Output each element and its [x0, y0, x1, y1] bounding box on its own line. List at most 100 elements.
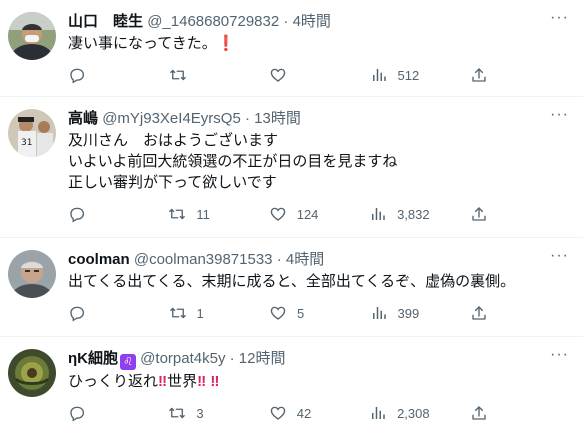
- like-count: 124: [296, 206, 319, 222]
- dot-separator: ·: [283, 13, 289, 30]
- tweet-text-part: ひっくり返れ: [68, 373, 159, 390]
- view-count: 3,832: [397, 206, 430, 222]
- share-icon: [470, 66, 488, 84]
- views-icon: [370, 66, 388, 84]
- more-icon[interactable]: ···: [550, 347, 569, 363]
- views-button[interactable]: 512: [370, 66, 430, 84]
- retweet-button[interactable]: 11: [168, 205, 228, 223]
- more-icon[interactable]: ···: [550, 107, 569, 123]
- double-exclamation-emoji: ‼: [158, 373, 168, 390]
- avatar[interactable]: 31: [8, 109, 56, 157]
- retweet-button[interactable]: 3: [168, 404, 228, 422]
- like-button[interactable]: 124: [269, 205, 329, 223]
- reply-icon: [68, 66, 86, 84]
- tweet[interactable]: 31 高嶋 @mYj93XeI4EyrsQ5 · 13時間 ··· 及川さん お…: [0, 97, 583, 238]
- retweet-icon: [168, 404, 186, 422]
- like-count: 42: [296, 405, 312, 421]
- dot-separator: ·: [276, 251, 282, 268]
- timestamp[interactable]: 13時間: [254, 110, 301, 127]
- user-handle[interactable]: @coolman39871533: [134, 251, 273, 268]
- heart-icon: [269, 304, 287, 322]
- svg-text:31: 31: [21, 138, 32, 148]
- views-button[interactable]: 3,832: [369, 205, 430, 223]
- tweet-text: 及川さん おはようございます いよいよ前回大統領選の不正が日の目を見ますね 正し…: [68, 132, 398, 191]
- tweet-header: 高嶋 @mYj93XeI4EyrsQ5 · 13時間: [68, 109, 569, 129]
- share-icon: [470, 205, 488, 223]
- action-bar: 11 124 3,832: [68, 197, 498, 231]
- more-icon[interactable]: ···: [550, 10, 569, 26]
- display-name[interactable]: 高嶋: [68, 110, 98, 127]
- double-exclamation-emoji: ‼: [210, 373, 220, 390]
- action-bar: 3 42 2,308: [68, 396, 498, 430]
- timestamp[interactable]: 4時間: [293, 13, 331, 30]
- reply-icon: [68, 404, 86, 422]
- retweet-button[interactable]: 1: [169, 304, 229, 322]
- leo-badge: ♌: [120, 354, 136, 370]
- tweet-header: ηK細胞 ♌ @torpat4k5y · 12時間: [68, 349, 569, 370]
- share-button[interactable]: [470, 304, 498, 322]
- display-name[interactable]: coolman: [68, 251, 130, 268]
- reply-button[interactable]: [68, 205, 128, 223]
- reply-feed: 山口 睦生 @_1468680729832 · 4時間 ··· 凄い事になってき…: [0, 0, 583, 441]
- user-handle[interactable]: @torpat4k5y: [140, 350, 225, 367]
- view-count: 512: [397, 67, 420, 83]
- more-icon[interactable]: ···: [550, 248, 569, 264]
- reply-button[interactable]: [68, 304, 128, 322]
- heart-icon: [269, 404, 287, 422]
- views-button[interactable]: 399: [370, 304, 430, 322]
- share-icon: [470, 304, 488, 322]
- dot-separator: ·: [244, 110, 250, 127]
- display-name[interactable]: ηK細胞: [68, 350, 118, 367]
- heart-icon: [269, 205, 287, 223]
- share-icon: [470, 404, 488, 422]
- reply-button[interactable]: [68, 66, 128, 84]
- share-button[interactable]: [470, 66, 498, 84]
- retweet-button[interactable]: [169, 66, 229, 84]
- avatar[interactable]: [8, 349, 56, 397]
- tweet[interactable]: coolman @coolman39871533 · 4時間 ··· 出てくる出…: [0, 238, 583, 337]
- heart-icon: [269, 66, 287, 84]
- views-icon: [370, 304, 388, 322]
- retweet-icon: [168, 205, 186, 223]
- retweet-count: 1: [196, 305, 204, 321]
- reply-icon: [68, 304, 86, 322]
- tweet-text-part: 世界: [167, 373, 198, 390]
- retweet-icon: [169, 66, 187, 84]
- like-button[interactable]: 42: [269, 404, 329, 422]
- tweet-header: 山口 睦生 @_1468680729832 · 4時間: [68, 12, 569, 32]
- reply-button[interactable]: [68, 404, 128, 422]
- double-exclamation-emoji: ‼: [197, 373, 207, 390]
- tweet-text: ひっくり返れ‼世界‼ ‼: [68, 371, 569, 392]
- like-button[interactable]: [269, 66, 329, 84]
- share-button[interactable]: [470, 404, 498, 422]
- views-icon: [369, 205, 387, 223]
- tweet-text: 凄い事になってきた。❗: [68, 33, 569, 54]
- user-handle[interactable]: @_1468680729832: [147, 13, 279, 30]
- display-name[interactable]: 山口 睦生: [68, 13, 143, 30]
- tweet[interactable]: 山口 睦生 @_1468680729832 · 4時間 ··· 凄い事になってき…: [0, 0, 583, 97]
- reply-icon: [68, 205, 86, 223]
- exclamation-emoji: ❗: [216, 35, 236, 52]
- view-count: 2,308: [397, 405, 430, 421]
- like-count: 5: [297, 305, 305, 321]
- action-bar: 1 5 399: [68, 296, 498, 330]
- retweet-count: 3: [196, 405, 204, 421]
- view-count: 399: [397, 305, 420, 321]
- user-handle[interactable]: @mYj93XeI4EyrsQ5: [102, 110, 241, 127]
- share-button[interactable]: [470, 205, 498, 223]
- retweet-count: 11: [196, 206, 210, 222]
- tweet[interactable]: ηK細胞 ♌ @torpat4k5y · 12時間 ··· ひっくり返れ‼世界‼ …: [0, 337, 583, 441]
- tweet-header: coolman @coolman39871533 · 4時間: [68, 250, 569, 270]
- tweet-text-body: 凄い事になってきた。: [68, 35, 217, 52]
- dot-separator: ·: [229, 350, 235, 367]
- views-icon: [369, 404, 387, 422]
- tweet-text: 出てくる出てくる、末期に成ると、全部出てくるぞ、虚偽の裏側。: [68, 273, 516, 290]
- avatar[interactable]: [8, 250, 56, 298]
- timestamp[interactable]: 4時間: [286, 251, 324, 268]
- like-button[interactable]: 5: [269, 304, 329, 322]
- views-button[interactable]: 2,308: [369, 404, 430, 422]
- timestamp[interactable]: 12時間: [239, 350, 286, 367]
- action-bar: 512: [68, 58, 498, 92]
- retweet-icon: [169, 304, 187, 322]
- avatar[interactable]: [8, 12, 56, 60]
